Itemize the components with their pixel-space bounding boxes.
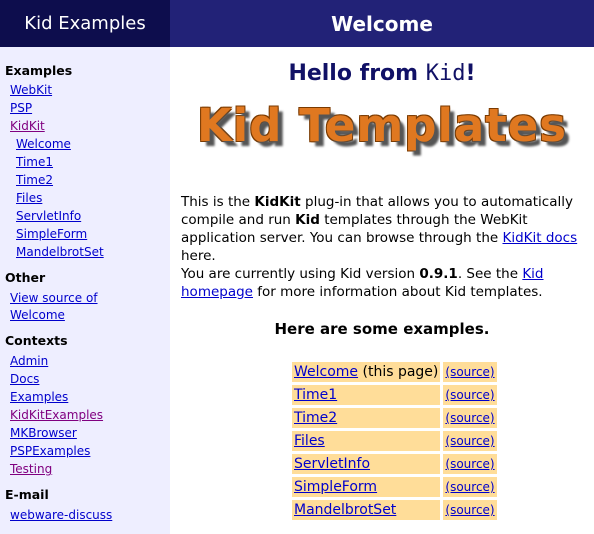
sidebar-link-examples[interactable]: Examples — [10, 390, 68, 404]
example-link-simpleform[interactable]: SimpleForm — [294, 479, 377, 495]
sidebar-link-kidkitexamples[interactable]: KidKitExamples — [10, 408, 103, 422]
intro-paragraph: This is the KidKit plug-in that allows y… — [181, 193, 586, 265]
intro-text-1: This is the — [181, 194, 255, 210]
sidebar-title: Kid Examples — [0, 0, 170, 47]
hello-heading: Hello from Kid! — [170, 61, 594, 86]
table-row: Time1 (source) — [292, 385, 497, 405]
sidebar-link-time2[interactable]: Time2 — [16, 173, 53, 187]
source-link-time2[interactable]: (source) — [445, 411, 494, 425]
banner-text: Kid Templates — [196, 99, 568, 152]
example-note: (this page) — [358, 364, 439, 380]
sidebar-link-mkbrowser[interactable]: MKBrowser — [10, 426, 77, 440]
sidebar-link-pspexamples[interactable]: PSPExamples — [10, 444, 90, 458]
intro-kid: Kid — [295, 212, 320, 228]
example-link-files[interactable]: Files — [294, 433, 325, 449]
intro-kidkit: KidKit — [254, 194, 301, 210]
hello-kid: Kid — [425, 61, 466, 86]
source-link-servletinfo[interactable]: (source) — [445, 457, 494, 471]
sidebar: Examples WebKit PSP KidKit Welcome Time1… — [0, 47, 170, 534]
sidebar-heading-other: Other — [5, 270, 46, 285]
example-link-mandelbrotset[interactable]: MandelbrotSet — [294, 502, 396, 518]
sidebar-link-webkit[interactable]: WebKit — [10, 83, 52, 97]
main-content: Hello from Kid! Kid Templates This is th… — [170, 47, 594, 534]
example-link-servletinfo[interactable]: ServletInfo — [294, 456, 370, 472]
example-link-time2[interactable]: Time2 — [294, 410, 337, 426]
example-link-welcome[interactable]: Welcome — [294, 364, 358, 380]
source-link-mandelbrotset[interactable]: (source) — [445, 503, 494, 517]
sidebar-heading-examples: Examples — [5, 63, 73, 78]
table-row: Welcome (this page) (source) — [292, 362, 497, 382]
kid-templates-logo: Kid Templates — [170, 99, 594, 169]
table-row: ServletInfo (source) — [292, 454, 497, 474]
sidebar-link-docs[interactable]: Docs — [10, 372, 39, 386]
version-text-3: for more information about Kid templates… — [253, 284, 543, 300]
version-text-2: . See the — [457, 266, 523, 282]
table-row: Files (source) — [292, 431, 497, 451]
page-title: Welcome — [170, 0, 594, 47]
table-row: SimpleForm (source) — [292, 477, 497, 497]
example-link-time1[interactable]: Time1 — [294, 387, 337, 403]
sidebar-link-testing[interactable]: Testing — [10, 462, 52, 476]
version-text-1: You are currently using Kid version — [181, 266, 420, 282]
sidebar-link-files[interactable]: Files — [16, 191, 42, 205]
sidebar-heading-email: E-mail — [5, 487, 49, 502]
source-link-simpleform[interactable]: (source) — [445, 480, 494, 494]
source-link-files[interactable]: (source) — [445, 434, 494, 448]
source-link-time1[interactable]: (source) — [445, 388, 494, 402]
sidebar-heading-contexts: Contexts — [5, 333, 68, 348]
sidebar-link-admin[interactable]: Admin — [10, 354, 48, 368]
table-row: MandelbrotSet (source) — [292, 500, 497, 520]
intro-text-4: here. — [181, 248, 216, 264]
hello-prefix: Hello from — [288, 61, 426, 86]
source-link-welcome[interactable]: (source) — [445, 365, 494, 379]
sidebar-link-simpleform[interactable]: SimpleForm — [16, 227, 87, 241]
sidebar-link-mandelbrotset[interactable]: MandelbrotSet — [16, 245, 104, 259]
examples-heading: Here are some examples. — [274, 320, 490, 338]
examples-table: Welcome (this page) (source) Time1 (sour… — [289, 359, 500, 523]
table-row: Time2 (source) — [292, 408, 497, 428]
sidebar-link-kidkit[interactable]: KidKit — [10, 119, 45, 133]
hello-suffix: ! — [465, 61, 476, 86]
sidebar-link-view-source-welcome[interactable]: Welcome — [10, 308, 65, 322]
sidebar-link-view-source[interactable]: View source of — [10, 291, 98, 305]
sidebar-link-time1[interactable]: Time1 — [16, 155, 53, 169]
sidebar-link-psp[interactable]: PSP — [10, 101, 32, 115]
sidebar-link-servletinfo[interactable]: ServletInfo — [16, 209, 81, 223]
kidkit-docs-link[interactable]: KidKit docs — [502, 230, 577, 246]
sidebar-link-welcome[interactable]: Welcome — [16, 137, 71, 151]
kid-version: 0.9.1 — [419, 266, 458, 282]
version-paragraph: You are currently using Kid version 0.9.… — [181, 265, 586, 301]
sidebar-link-webware-discuss[interactable]: webware-discuss — [10, 508, 112, 522]
